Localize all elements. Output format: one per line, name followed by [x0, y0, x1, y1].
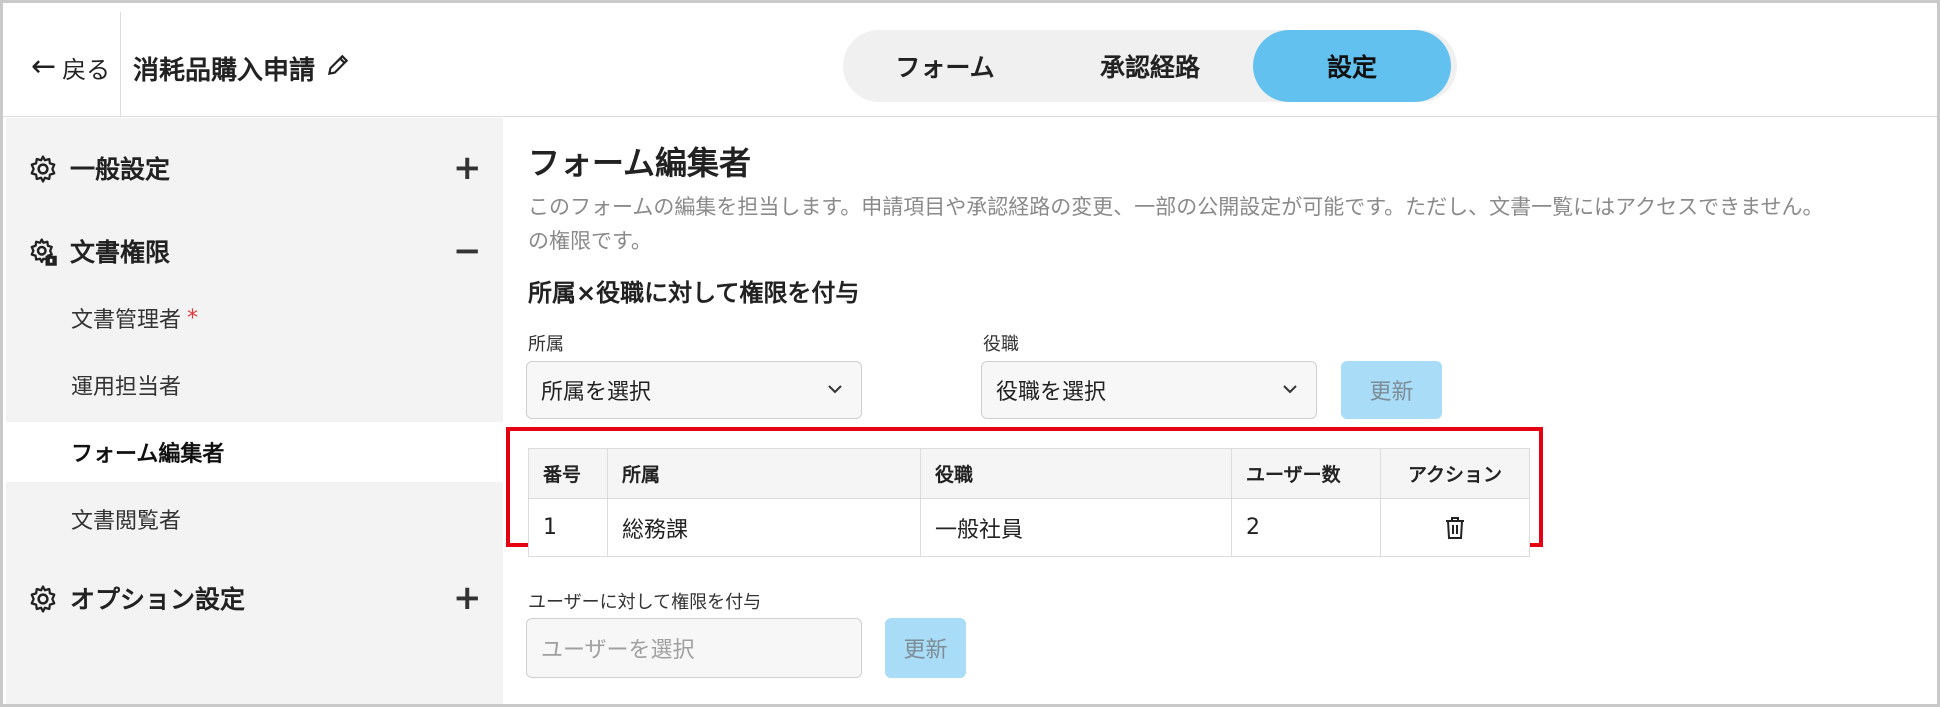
sidebar-item-form-editor[interactable]: フォーム編集者: [6, 422, 503, 482]
header-divider: [120, 12, 121, 117]
back-label: 戻る: [62, 55, 111, 84]
sidebar-group-label: 文書権限: [70, 238, 171, 267]
affiliation-select[interactable]: 所属を選択: [526, 361, 862, 419]
arrow-left-icon: ←: [31, 49, 57, 84]
col-action: アクション: [1380, 448, 1530, 499]
cell-role: 一般社員: [920, 498, 1232, 557]
form-title-text: 消耗品購入申請: [133, 55, 316, 86]
affiliation-select-value: 所属を選択: [541, 380, 652, 405]
cell-action: [1380, 498, 1530, 557]
sidebar-group-label: オプション設定: [70, 585, 246, 614]
user-section-title: ユーザーに対して権限を付与: [528, 592, 762, 613]
user-update-button[interactable]: 更新: [885, 618, 966, 678]
sidebar-item-label: 文書管理者: [71, 308, 182, 333]
main-panel: フォーム編集者 このフォームの編集を担当します。申請項目や承認経路の変更、一部の…: [503, 118, 1937, 704]
col-number: 番号: [528, 448, 608, 499]
gear-lock-icon: [30, 238, 57, 266]
settings-sidebar: 一般設定 + 文書権限 − 文書管理者 * 運用担当者 フォーム編集者 文書閲覧者…: [6, 118, 503, 704]
page-title: フォーム編集者: [528, 144, 752, 182]
role-label: 役職: [983, 334, 1019, 355]
user-select[interactable]: ユーザーを選択: [526, 618, 862, 678]
back-button[interactable]: ← 戻る: [31, 47, 110, 87]
sidebar-item-operator[interactable]: 運用担当者: [6, 355, 503, 415]
required-mark: *: [187, 305, 199, 331]
tab-settings[interactable]: 設定: [1253, 30, 1451, 102]
col-affiliation: 所属: [607, 448, 921, 499]
sidebar-group-label: 一般設定: [70, 155, 171, 184]
table-row: 1 総務課 一般社員 2: [528, 498, 1530, 557]
sidebar-item-document-admin[interactable]: 文書管理者 *: [6, 288, 503, 348]
minus-icon[interactable]: −: [453, 234, 482, 268]
sidebar-group-options[interactable]: オプション設定 +: [6, 568, 503, 628]
pencil-icon[interactable]: [325, 52, 351, 85]
trash-icon[interactable]: [1444, 516, 1466, 540]
sidebar-group-document-permissions[interactable]: 文書権限 −: [6, 221, 503, 281]
col-role: 役職: [920, 448, 1232, 499]
org-role-update-button[interactable]: 更新: [1341, 361, 1442, 419]
sidebar-item-document-viewer[interactable]: 文書閲覧者: [6, 489, 503, 549]
sidebar-group-general[interactable]: 一般設定 +: [6, 138, 503, 198]
affiliation-label: 所属: [528, 334, 564, 355]
page-description: このフォームの編集を担当します。申請項目や承認経路の変更、一部の公開設定が可能で…: [528, 190, 1937, 258]
form-title: 消耗品購入申請: [133, 47, 351, 89]
plus-icon[interactable]: +: [453, 581, 482, 615]
tab-switcher: フォーム 承認経路 設定: [843, 30, 1457, 102]
tab-approval-route[interactable]: 承認経路: [1047, 30, 1253, 102]
sidebar-item-label: 運用担当者: [71, 375, 182, 400]
description-line: このフォームの編集を担当します。申請項目や承認経路の変更、一部の公開設定が可能で…: [528, 195, 1824, 219]
role-select-value: 役職を選択: [996, 380, 1107, 405]
cell-number: 1: [528, 498, 608, 557]
role-select[interactable]: 役職を選択: [981, 361, 1317, 419]
cell-user-count: 2: [1231, 498, 1381, 557]
chevron-down-icon: [828, 385, 842, 394]
gear-icon: [30, 155, 56, 183]
plus-icon[interactable]: +: [453, 151, 482, 185]
col-user-count: ユーザー数: [1231, 448, 1381, 499]
tab-form[interactable]: フォーム: [843, 30, 1047, 102]
org-role-section-title: 所属×役職に対して権限を付与: [528, 279, 860, 307]
permission-table: 番号 所属 役職 ユーザー数 アクション 1 総務課 一般社員 2: [528, 448, 1530, 557]
table-header-row: 番号 所属 役職 ユーザー数 アクション: [528, 448, 1530, 499]
sidebar-item-label: 文書閲覧者: [71, 509, 182, 534]
gear-icon: [30, 585, 56, 613]
description-line: の権限です。: [528, 229, 652, 253]
user-select-placeholder: ユーザーを選択: [541, 638, 695, 663]
top-header: ← 戻る 消耗品購入申請 フォーム 承認経路 設定: [3, 12, 1937, 117]
chevron-down-icon: [1283, 385, 1297, 394]
app-window: ← 戻る 消耗品購入申請 フォーム 承認経路 設定 一般設定 + 文書権限 −: [0, 0, 1940, 707]
sidebar-item-label: フォーム編集者: [71, 442, 225, 467]
cell-affiliation: 総務課: [607, 498, 921, 557]
